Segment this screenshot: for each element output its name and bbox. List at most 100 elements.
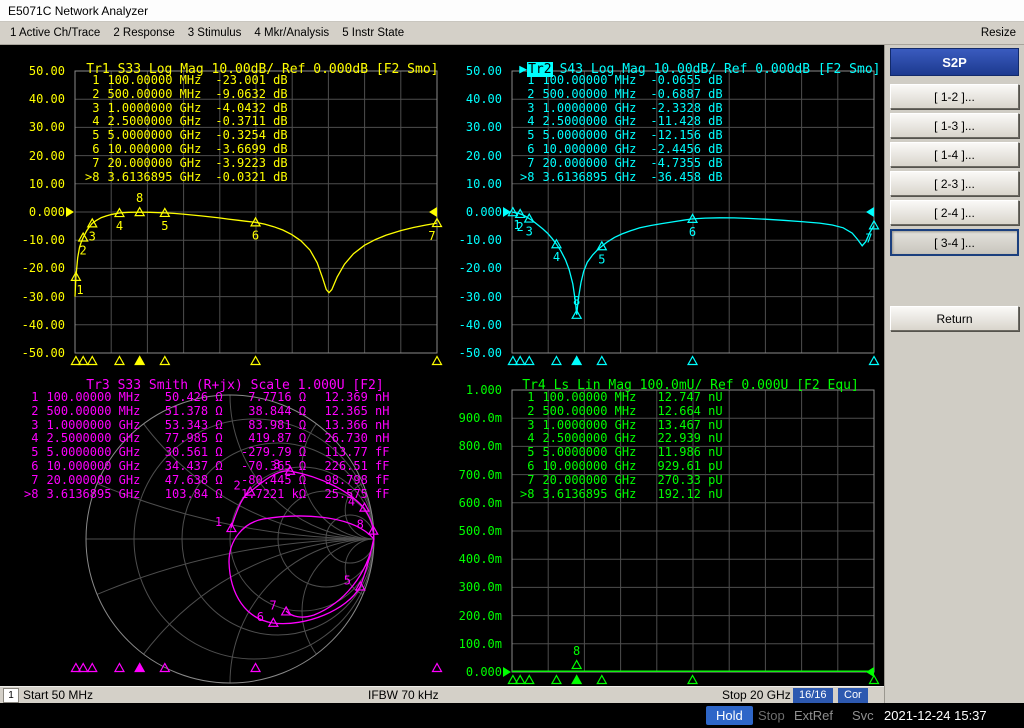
svg-text:2: 2 [517,220,524,234]
y-axis-label: 300.0m [458,580,502,595]
y-axis-label: -20.00 [21,261,65,276]
y-axis-label: 500.0m [458,524,502,538]
marker-table-row: 3 1.0000000 GHz -4.0432 dB [92,100,288,115]
reference-level-arrow [429,207,437,217]
marker-table-row: 3 1.0000000 GHz 53.343 Ω 83.981 Ω 13.366 nH [31,417,390,432]
y-axis-label: -30.00 [21,289,65,304]
menu-item[interactable]: 5 Instr State [340,26,406,40]
marker-table-row: >8 3.6136895 GHz -0.0321 dB [85,169,288,184]
y-axis-label: 0.000 [465,665,502,679]
resize-button[interactable]: Resize [981,27,1024,39]
y-axis-label: -50.00 [21,346,65,360]
svg-text:6: 6 [689,225,696,239]
marker-table-row: 2 500.00000 MHz 51.378 Ω 38.844 Ω 12.365 nH [31,403,390,418]
ifbw-readout: IFBW 70 kHz [368,688,439,702]
svg-text:6: 6 [257,610,264,624]
softkey-button[interactable]: Return [890,306,1019,331]
marker-table-row: >8 3.6136895 GHz -36.458 dB [520,169,723,184]
softkey-button[interactable]: [ 1-3 ]... [890,113,1019,138]
correction-badge: Cor [838,688,868,703]
svg-text:4: 4 [553,250,560,264]
marker-table-row: 1 100.00000 MHz 12.747 nU [527,390,723,404]
marker-table-row: 4 2.5000000 GHz 22.939 nU [527,431,723,446]
marker-table-row: 1 100.00000 MHz -0.0655 dB [527,73,723,87]
y-axis-label: 100.0m [458,636,502,651]
svg-text:1: 1 [215,515,222,529]
datetime-display: 2021-12-24 15:37 [884,708,987,723]
marker-table-row: 1 100.00000 MHz 50.426 Ω 7.7716 Ω 12.369 nH [31,390,390,404]
y-axis-label: 1.000 [465,383,502,397]
menu-item[interactable]: 2 Response [111,26,176,40]
menu-item[interactable]: 1 Active Ch/Trace [8,26,102,40]
svg-text:8: 8 [573,644,580,658]
marker-table-row: 3 1.0000000 GHz -2.3328 dB [527,100,723,115]
svc-indicator: Svc [852,708,874,723]
y-axis-label: -40.00 [21,317,65,332]
y-axis-label: 800.0m [458,439,502,454]
points-badge: 16/16 [793,688,833,703]
softkey-button[interactable]: [ 3-4 ]... [890,229,1019,256]
svg-text:8: 8 [357,518,364,532]
marker-table-row: 2 500.00000 MHz 12.664 nU [527,403,723,418]
softkey-button[interactable]: [ 1-2 ]... [890,84,1019,109]
y-axis-label: 10.00 [465,176,502,191]
y-axis-label: 200.0m [458,608,502,623]
svg-text:8: 8 [573,294,580,308]
start-frequency: Start 50 MHz [23,688,94,702]
svg-text:3: 3 [526,225,533,239]
svg-text:5: 5 [344,574,351,588]
window-titlebar: E5071C Network Analyzer [0,0,1024,22]
marker-table-row: >8 3.6136895 GHz 192.12 nU [520,486,723,501]
stop-frequency: Stop 20 GHz [722,688,791,702]
softkey-button[interactable]: [ 1-4 ]... [890,142,1019,167]
y-axis-label: 600.0m [458,495,502,510]
marker-table-row: 7 20.000000 GHz 47.638 Ω -80.445 Ω 98.798 fF [31,472,390,487]
svg-text:7: 7 [428,229,435,243]
trace3-marker-table: 1 100.00000 MHz 50.426 Ω 7.7716 Ω 12.369 nH 2… [24,390,390,501]
reference-level-arrow [866,667,874,677]
marker-table-row: 7 20.000000 GHz -3.9223 dB [92,155,288,170]
svg-text:4: 4 [116,219,123,233]
status-bar: 1 Start 50 MHz IFBW 70 kHz Stop 20 GHz 1… [0,686,884,703]
analyzer-window: E5071C Network Analyzer 1 Active Ch/Trac… [0,0,1024,728]
y-axis-label: 0.000 [28,205,65,219]
trace4-marker-table: 1 100.00000 MHz 12.747 nU 2 500.00000 MHz 12.… [520,390,723,501]
marker-table-row: 1 100.00000 MHz -23.001 dB [92,73,288,87]
y-axis-label: 50.00 [465,64,502,78]
svg-text:5: 5 [161,219,168,233]
svg-text:6: 6 [252,228,259,242]
softkey-sidebar: S2P [ 1-2 ]... [ 1-3 ]... [ 1-4 ]... [ 2-3 … [884,45,1024,703]
y-axis-label: -30.00 [458,289,502,304]
plot-area: 1234567812345678812345678 Tr1 S33 Log Ma… [0,45,884,686]
y-axis-label: 0.000 [465,205,502,219]
marker-table-row: 5 5.0000000 GHz 11.986 nU [527,445,723,460]
window-title: E5071C Network Analyzer [8,3,149,18]
y-axis-label: 900.0m [458,411,502,426]
menu-item[interactable]: 3 Stimulus [186,26,244,40]
softkey-button[interactable]: [ 2-4 ]... [890,200,1019,225]
y-axis-label: -40.00 [458,317,502,332]
reference-level-arrow [503,667,511,677]
instrument-status-bar: Hold Stop ExtRef Svc 2021-12-24 15:37 [0,703,1024,728]
menu-bar: 1 Active Ch/Trace 2 Response 3 Stimulus 4 M… [0,22,1024,45]
y-axis-label: 30.00 [28,120,65,135]
marker-table-row: 5 5.0000000 GHz -0.3254 dB [92,128,288,143]
softkey-button[interactable]: [ 2-3 ]... [890,171,1019,196]
svg-text:8: 8 [136,191,143,205]
marker-table-row: >8 3.6136895 GHz 103.84 Ω 1.7221 kΩ 25.575 f… [24,486,390,501]
stop-indicator: Stop [758,708,785,723]
y-axis-label: 30.00 [465,120,502,135]
marker-table-row: 5 5.0000000 GHz -12.156 dB [527,128,723,143]
y-axis-label: -20.00 [458,261,502,276]
y-axis-label: -50.00 [458,346,502,360]
y-axis-label: 20.00 [465,148,502,163]
marker-table-row: 6 10.000000 GHz 34.437 Ω -70.365 Ω 226.51 fF [31,458,390,473]
y-axis-label: 40.00 [465,92,502,107]
extref-indicator: ExtRef [794,708,834,723]
marker-table-row: 7 20.000000 GHz -4.7355 dB [527,155,723,170]
reference-level-arrow [66,207,74,217]
menu-item[interactable]: 4 Mkr/Analysis [252,26,331,40]
y-axis-label: 50.00 [28,64,65,78]
y-axis-label: -10.00 [458,233,502,248]
svg-text:7: 7 [865,231,872,245]
